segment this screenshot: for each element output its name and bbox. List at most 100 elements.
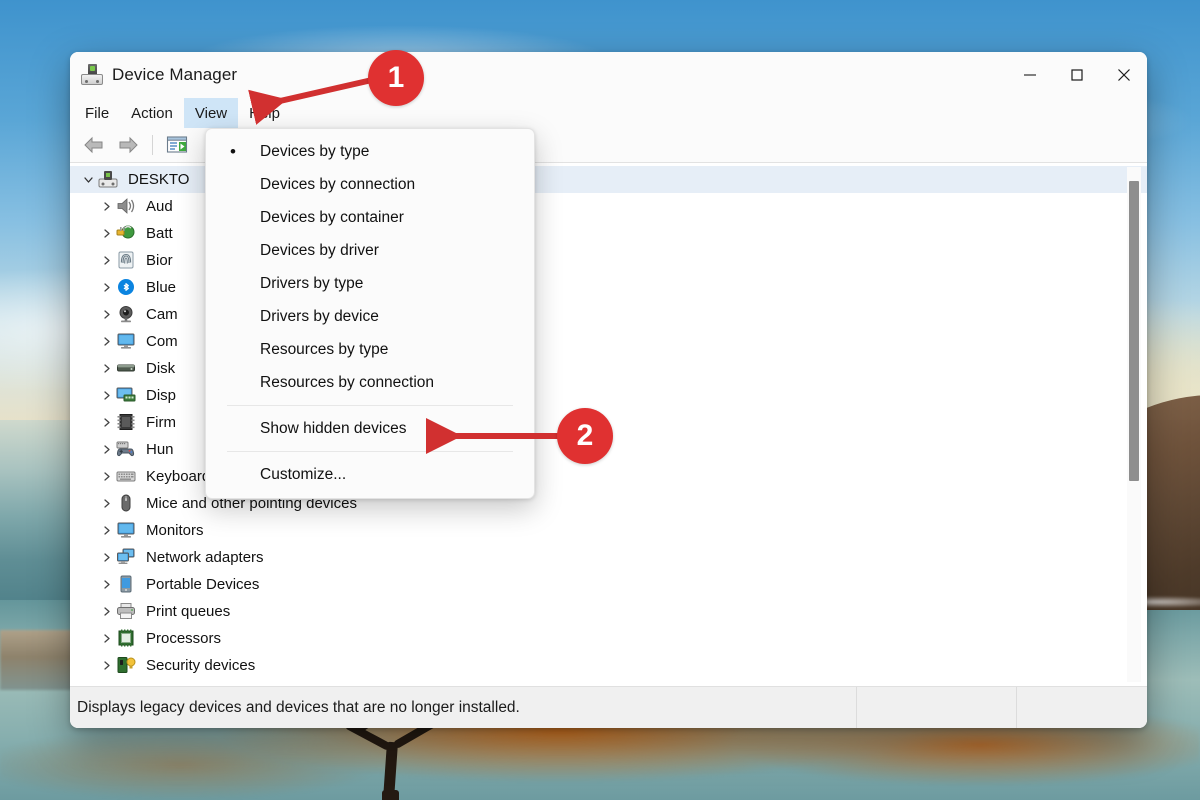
maximize-button[interactable] xyxy=(1053,52,1100,98)
security-device-icon xyxy=(116,656,138,676)
back-button[interactable] xyxy=(78,131,110,159)
chevron-right-icon[interactable] xyxy=(96,282,116,293)
menu-item-label: Devices by driver xyxy=(260,241,379,259)
tree-label: Processors xyxy=(146,630,222,647)
status-bar: Displays legacy devices and devices that… xyxy=(70,686,1147,728)
menu-drivers-by-type[interactable]: Drivers by type xyxy=(206,267,534,300)
view-dropdown-menu: • Devices by type Devices by connection … xyxy=(205,128,535,499)
desktop-wallpaper: Device Manager File Action View Help DES… xyxy=(0,0,1200,800)
monitor-icon xyxy=(116,332,138,352)
speaker-icon xyxy=(116,197,138,217)
menu-item-label: Devices by type xyxy=(260,142,370,160)
network-adapter-icon xyxy=(116,548,138,568)
chevron-right-icon[interactable] xyxy=(96,444,116,455)
menu-customize[interactable]: Customize... xyxy=(206,458,534,491)
menu-action[interactable]: Action xyxy=(120,98,184,128)
window-controls xyxy=(1006,52,1147,98)
chevron-right-icon[interactable] xyxy=(96,633,116,644)
tree-label: Disk xyxy=(146,360,176,377)
battery-icon xyxy=(116,224,138,244)
device-manager-icon xyxy=(81,64,103,86)
chevron-right-icon[interactable] xyxy=(96,201,116,212)
vertical-scrollbar[interactable] xyxy=(1127,167,1141,682)
chevron-right-icon[interactable] xyxy=(96,336,116,347)
chevron-right-icon[interactable] xyxy=(96,552,116,563)
tree-label: Bior xyxy=(146,252,173,269)
fingerprint-icon xyxy=(116,251,138,271)
menu-resources-by-type[interactable]: Resources by type xyxy=(206,333,534,366)
bullet-icon: • xyxy=(230,142,236,161)
title-bar: Device Manager xyxy=(70,52,1147,98)
chevron-right-icon[interactable] xyxy=(96,579,116,590)
close-icon xyxy=(1117,69,1130,81)
device-manager-window: Device Manager File Action View Help DES… xyxy=(70,52,1147,728)
close-button[interactable] xyxy=(1100,52,1147,98)
chevron-down-icon[interactable] xyxy=(78,174,98,185)
properties-icon xyxy=(166,136,188,153)
status-message: Displays legacy devices and devices that… xyxy=(70,687,857,728)
mouse-icon xyxy=(116,494,138,514)
tree-label: Cam xyxy=(146,306,178,323)
menu-item-label: Drivers by type xyxy=(260,274,364,292)
chevron-right-icon[interactable] xyxy=(96,660,116,671)
menu-devices-by-connection[interactable]: Devices by connection xyxy=(206,168,534,201)
menu-drivers-by-device[interactable]: Drivers by device xyxy=(206,300,534,333)
tree-item-print-queues[interactable]: Print queues xyxy=(70,598,1147,625)
chevron-right-icon[interactable] xyxy=(96,471,116,482)
tree-item-monitors[interactable]: Monitors xyxy=(70,517,1147,544)
keyboard-icon xyxy=(116,467,138,487)
bluetooth-icon xyxy=(116,278,138,298)
menu-separator xyxy=(227,405,513,406)
status-segment-2 xyxy=(857,687,1017,728)
chevron-right-icon[interactable] xyxy=(96,309,116,320)
menu-devices-by-driver[interactable]: Devices by driver xyxy=(206,234,534,267)
properties-button[interactable] xyxy=(161,131,193,159)
minimize-icon xyxy=(1023,74,1036,76)
menu-view[interactable]: View xyxy=(183,98,239,128)
tree-label: Network adapters xyxy=(146,549,264,566)
firmware-chip-icon xyxy=(116,413,138,433)
menu-show-hidden-devices[interactable]: Show hidden devices xyxy=(206,412,534,445)
toolbar-separator xyxy=(152,135,153,155)
tree-label: Batt xyxy=(146,225,173,242)
menu-item-label: Show hidden devices xyxy=(260,419,407,437)
menu-devices-by-container[interactable]: Devices by container xyxy=(206,201,534,234)
processor-icon xyxy=(116,629,138,649)
chevron-right-icon[interactable] xyxy=(96,255,116,266)
disk-drive-icon xyxy=(116,359,138,379)
chevron-right-icon[interactable] xyxy=(96,606,116,617)
menu-help[interactable]: Help xyxy=(238,98,291,128)
camera-icon xyxy=(116,305,138,325)
chevron-right-icon[interactable] xyxy=(96,390,116,401)
annotation-badge-2: 2 xyxy=(557,408,613,464)
chevron-right-icon[interactable] xyxy=(96,417,116,428)
tree-label: Aud xyxy=(146,198,173,215)
tree-item-portable-devices[interactable]: Portable Devices xyxy=(70,571,1147,598)
chevron-right-icon[interactable] xyxy=(96,363,116,374)
menu-item-label: Resources by connection xyxy=(260,373,435,391)
window-title: Device Manager xyxy=(112,65,238,84)
menu-file[interactable]: File xyxy=(74,98,120,128)
chevron-right-icon[interactable] xyxy=(96,498,116,509)
tree-item-security-devices[interactable]: Security devices xyxy=(70,652,1147,679)
menu-devices-by-type[interactable]: • Devices by type xyxy=(206,135,534,168)
tree-label: Security devices xyxy=(146,657,256,674)
menu-item-label: Resources by type xyxy=(260,340,389,358)
menu-bar: File Action View Help xyxy=(70,98,1147,128)
scrollbar-thumb[interactable] xyxy=(1129,181,1139,481)
chevron-right-icon[interactable] xyxy=(96,525,116,536)
forward-button[interactable] xyxy=(112,131,144,159)
tree-label: Blue xyxy=(146,279,177,296)
tree-item-processors[interactable]: Processors xyxy=(70,625,1147,652)
menu-separator xyxy=(227,451,513,452)
minimize-button[interactable] xyxy=(1006,52,1053,98)
chevron-right-icon[interactable] xyxy=(96,228,116,239)
monitor-icon xyxy=(116,521,138,541)
tree-item-network-adapters[interactable]: Network adapters xyxy=(70,544,1147,571)
tree-label: Monitors xyxy=(146,522,204,539)
back-arrow-icon xyxy=(84,136,103,154)
menu-item-label: Devices by connection xyxy=(260,175,416,193)
hid-gamepad-icon xyxy=(116,440,138,460)
maximize-icon xyxy=(1070,69,1083,81)
menu-resources-by-connection[interactable]: Resources by connection xyxy=(206,366,534,399)
